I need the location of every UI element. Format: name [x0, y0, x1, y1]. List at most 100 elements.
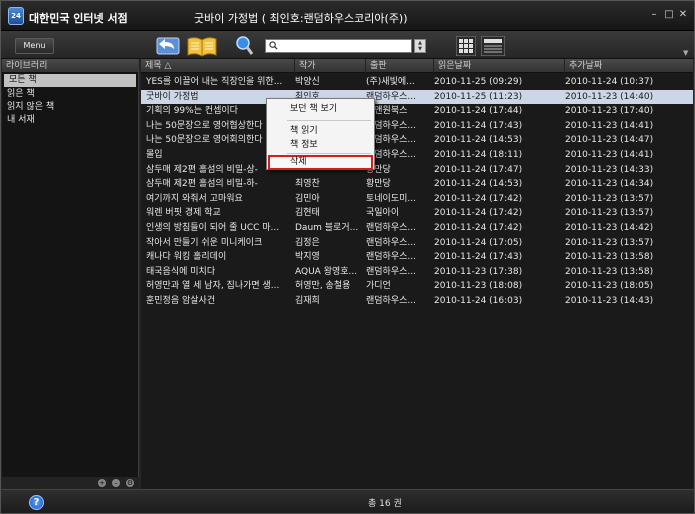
- table-row[interactable]: 훈민정음 암살사건 김재희 랜덤하우스... 2010-11-24 (16:03) 20…: [141, 294, 693, 309]
- cell-title: 허영만과 열 세 남자, 집나가면 생...: [146, 281, 280, 292]
- cell-publisher: 황만당: [366, 164, 391, 175]
- cell-publisher: 랜덤하우스...: [366, 135, 416, 146]
- cell-added-date: 2010-11-23 (14:41): [565, 149, 654, 160]
- cell-title: 여기까지 와줘서 고마워요: [146, 193, 243, 204]
- search-magnifier-icon[interactable]: [233, 35, 255, 57]
- table-row[interactable]: 캐나다 워킹 홀리데이 박지영 랜덤하우스... 2010-11-24 (17:43)…: [141, 250, 693, 265]
- table-row[interactable]: 굿바이 가정법 최인호 랜덤하우스... 2010-11-25 (11:23) 2010…: [141, 89, 693, 105]
- cell-read-date: 2010-11-25 (09:29): [434, 77, 523, 87]
- sidebar-item-my-shelf[interactable]: 내 서재: [2, 114, 138, 127]
- cell-publisher: 랜덤하우스...: [366, 295, 416, 306]
- column-author[interactable]: 작가: [295, 59, 366, 73]
- search-field[interactable]: [265, 39, 412, 53]
- cell-publisher: 랜덤하우스...: [366, 120, 416, 131]
- cell-added-date: 2010-11-23 (14:40): [565, 91, 654, 102]
- library-sidebar: 라이브러리 모든 책 읽은 책 읽지 않은 책 내 서재 + – ⚙: [2, 59, 139, 489]
- table-row[interactable]: 삼두매 제2편 홀섬의 비밀-하- 최영찬 황만당 2010-11-24 (14:53…: [141, 177, 693, 192]
- close-icon[interactable]: ✕: [677, 9, 689, 21]
- book-list: 제목 △ 작가 출판 읽은날짜 추가날짜 YES를 이끌어 내는 직장인을 위한…: [141, 59, 693, 489]
- cell-title: 삼두매 제2편 홀섬의 비밀-하-: [146, 179, 258, 190]
- table-row[interactable]: 삼두매 제2편 홀섬의 비밀-상- 황만당 2010-11-24 (17:47) 20…: [141, 163, 693, 178]
- status-bar: ? 총 16 권: [1, 489, 694, 513]
- cell-publisher: 드앤원북스: [366, 106, 408, 117]
- cell-publisher: 랜덤하우스...: [366, 237, 416, 248]
- cell-read-date: 2010-11-24 (17:44): [434, 106, 523, 117]
- cell-added-date: 2010-11-23 (14:42): [565, 222, 654, 233]
- column-read-date[interactable]: 읽은날짜: [434, 59, 565, 73]
- context-separator: [287, 120, 371, 121]
- settings-shelf-icon[interactable]: ⚙: [126, 479, 134, 487]
- options-dropdown-icon[interactable]: ▼: [683, 49, 688, 57]
- cell-read-date: 2010-11-24 (17:42): [434, 208, 523, 219]
- cell-added-date: 2010-11-23 (13:57): [565, 193, 654, 204]
- grid-view-icon[interactable]: [456, 36, 476, 56]
- cell-added-date: 2010-11-23 (13:57): [565, 208, 654, 219]
- table-row[interactable]: 태국음식에 미치다 AQUA 왕영호... 랜덤하우스... 2010-11-23 (…: [141, 265, 693, 280]
- cell-added-date: 2010-11-23 (14:41): [565, 120, 654, 131]
- cell-added-date: 2010-11-23 (14:34): [565, 179, 654, 190]
- search-spinner[interactable]: ▲ ▼: [414, 39, 426, 53]
- cell-publisher: 국일아이: [366, 208, 400, 219]
- minimize-icon[interactable]: –: [648, 9, 660, 21]
- cell-publisher: 랜덤하우스...: [366, 222, 416, 233]
- open-book-icon[interactable]: [186, 34, 218, 58]
- cell-added-date: 2010-11-23 (13:58): [565, 252, 654, 263]
- table-row[interactable]: 워렌 버핏 경제 학교 김현태 국일아이 2010-11-24 (17:42) 2010…: [141, 206, 693, 221]
- cell-added-date: 2010-11-23 (18:05): [565, 281, 654, 292]
- column-added-date[interactable]: 추가날짜: [565, 59, 693, 73]
- cell-read-date: 2010-11-24 (14:53): [434, 135, 523, 146]
- table-row[interactable]: 인생의 방침들이 되어 줄 UCC 마... Daum 블로거... 랜덤하우스..…: [141, 221, 693, 236]
- column-title[interactable]: 제목 △: [141, 59, 295, 73]
- remove-shelf-icon[interactable]: –: [112, 479, 120, 487]
- context-item-continue-reading[interactable]: 보던 책 보기: [268, 103, 373, 115]
- table-row[interactable]: 기획의 99%는 컨셉이다 드앤원북스 2010-11-24 (17:44) 2010…: [141, 104, 693, 119]
- cell-read-date: 2010-11-24 (17:43): [434, 252, 523, 263]
- cell-title: 인생의 방침들이 되어 줄 UCC 마...: [146, 222, 280, 233]
- table-row[interactable]: YES를 이끌어 내는 직장인을 위한... 박양신 (주)새빛에... 2010-1…: [141, 75, 693, 90]
- table-row[interactable]: 나는 50문장으로 영어협상한다 랜덤하우스... 2010-11-24 (17:4…: [141, 119, 693, 134]
- cell-author: AQUA 왕영호...: [295, 266, 358, 277]
- search-input[interactable]: [280, 40, 410, 52]
- cell-author: 김현태: [295, 208, 320, 219]
- cell-added-date: 2010-11-24 (10:37): [565, 77, 654, 87]
- table-row[interactable]: 허영만과 열 세 남자, 집나가면 생... 허영만, 송철용 가디언 2010-11…: [141, 279, 693, 294]
- cell-added-date: 2010-11-23 (14:33): [565, 164, 654, 175]
- cell-read-date: 2010-11-24 (17:05): [434, 237, 523, 248]
- cell-added-date: 2010-11-23 (13:57): [565, 237, 654, 248]
- context-item-book-info[interactable]: 책 정보: [268, 139, 373, 151]
- cell-author: 최영찬: [295, 179, 320, 190]
- maximize-icon[interactable]: □: [663, 9, 675, 21]
- back-arrow-icon[interactable]: [154, 35, 182, 57]
- cell-read-date: 2010-11-24 (17:47): [434, 164, 523, 175]
- cell-read-date: 2010-11-23 (18:08): [434, 281, 523, 292]
- context-item-read-book[interactable]: 책 읽기: [268, 125, 373, 137]
- cell-publisher: 랜덤하우스...: [366, 149, 416, 160]
- sidebar-footer: + – ⚙: [2, 477, 139, 489]
- menu-button[interactable]: Menu: [15, 38, 54, 54]
- app-name: 대한민국 인터넷 서점: [29, 12, 128, 25]
- sidebar-item-unread-books[interactable]: 읽지 않은 책: [2, 101, 138, 114]
- cell-read-date: 2010-11-24 (16:03): [434, 295, 523, 306]
- table-row[interactable]: 작아서 만들기 쉬운 미니케이크 김정은 랜덤하우스... 2010-11-24 (1…: [141, 236, 693, 251]
- app-logo-icon: 24: [8, 7, 24, 25]
- app-window: 24 대한민국 인터넷 서점 굿바이 가정법 ( 최인호:랜덤하우스코리아(주)…: [0, 0, 695, 514]
- cell-title: 태국음식에 미치다: [146, 266, 216, 277]
- cell-title: 캐나다 워킹 홀리데이: [146, 252, 227, 263]
- window-title: 굿바이 가정법 ( 최인호:랜덤하우스코리아(주)): [194, 12, 408, 25]
- sidebar-item-all-books[interactable]: 모든 책: [4, 74, 136, 87]
- context-item-delete[interactable]: 삭제: [268, 155, 373, 170]
- cell-author: 박지영: [295, 252, 320, 263]
- add-shelf-icon[interactable]: +: [98, 479, 106, 487]
- cell-publisher: 랜덤하우스...: [366, 91, 416, 102]
- column-publisher[interactable]: 출판: [366, 59, 434, 73]
- help-icon[interactable]: ?: [29, 495, 44, 510]
- cell-publisher: 랜덤하우스...: [366, 266, 416, 277]
- table-row[interactable]: 몰입 랜덤하우스... 2010-11-24 (18:11) 2010-11-23 (…: [141, 148, 693, 163]
- list-view-icon[interactable]: [481, 36, 505, 56]
- spinner-down-icon[interactable]: ▼: [415, 46, 425, 52]
- table-row[interactable]: 나는 50문장으로 영어회의한다 랜덤하우스... 2010-11-24 (14:5…: [141, 133, 693, 148]
- table-row[interactable]: 여기까지 와줘서 고마워요 김민아 토네이도미... 2010-11-24 (17:4…: [141, 192, 693, 207]
- sidebar-item-read-books[interactable]: 읽은 책: [2, 88, 138, 101]
- cell-read-date: 2010-11-24 (17:42): [434, 222, 523, 233]
- search-icon: [269, 41, 278, 50]
